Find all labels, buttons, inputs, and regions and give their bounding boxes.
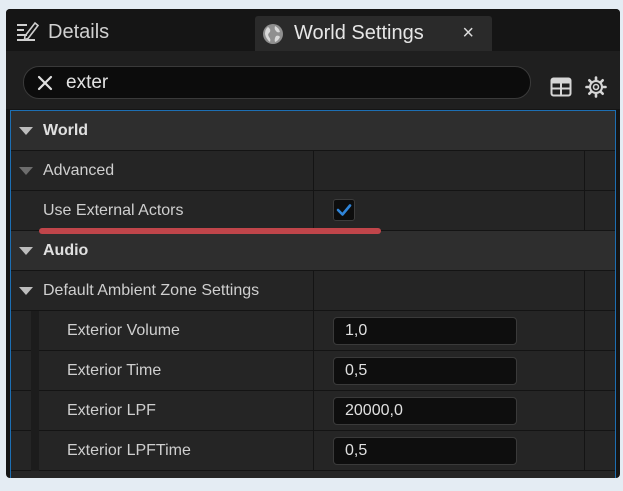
search-input[interactable] bbox=[66, 71, 506, 94]
indent-guide bbox=[31, 311, 39, 351]
details-toolbar bbox=[6, 51, 620, 109]
property-label: Use External Actors bbox=[43, 201, 184, 219]
struct-label: Default Ambient Zone Settings bbox=[43, 281, 260, 299]
property-grid: World Advanced Use External Actors Audio… bbox=[10, 110, 616, 478]
indent-guide bbox=[31, 351, 39, 391]
property-row-exterior-lpftime: Exterior LPFTime 0,5 bbox=[11, 431, 615, 471]
property-row-exterior-volume: Exterior Volume 1,0 bbox=[11, 311, 615, 351]
triangle-down-icon[interactable] bbox=[19, 246, 33, 255]
triangle-down-icon[interactable] bbox=[19, 126, 33, 135]
tab-details-label: Details bbox=[48, 20, 110, 43]
column-divider[interactable] bbox=[313, 311, 314, 350]
property-row-use-external-actors: Use External Actors bbox=[11, 191, 615, 231]
column-divider bbox=[584, 311, 585, 350]
details-icon bbox=[17, 21, 40, 41]
column-divider bbox=[584, 391, 585, 430]
gear-icon[interactable] bbox=[585, 76, 607, 98]
table-icon[interactable] bbox=[550, 76, 572, 98]
column-divider bbox=[584, 431, 585, 470]
subcategory-label: Advanced bbox=[43, 161, 115, 179]
exterior-time-field[interactable]: 0,5 bbox=[333, 357, 517, 385]
column-divider[interactable] bbox=[313, 391, 314, 430]
property-label: Exterior Volume bbox=[67, 321, 180, 339]
tab-bar: Details World Settings × bbox=[6, 9, 620, 51]
globe-icon bbox=[263, 23, 283, 44]
indent-guide bbox=[31, 391, 39, 431]
checkmark-icon bbox=[336, 204, 352, 216]
close-icon[interactable] bbox=[36, 74, 54, 92]
column-divider bbox=[584, 151, 585, 190]
property-row-exterior-time: Exterior Time 0,5 bbox=[11, 351, 615, 391]
search-box bbox=[23, 66, 531, 99]
subcategory-advanced[interactable]: Advanced bbox=[11, 151, 615, 191]
column-divider bbox=[584, 191, 585, 230]
property-label: Exterior LPF bbox=[67, 401, 156, 419]
category-audio[interactable]: Audio bbox=[11, 231, 615, 271]
tab-details[interactable]: Details bbox=[14, 15, 164, 49]
column-divider[interactable] bbox=[313, 431, 314, 470]
category-label: Audio bbox=[43, 241, 89, 259]
category-world[interactable]: World bbox=[11, 111, 615, 151]
triangle-down-icon[interactable] bbox=[19, 166, 33, 175]
exterior-lpftime-field[interactable]: 0,5 bbox=[333, 437, 517, 465]
indent-guide bbox=[31, 431, 39, 471]
column-divider[interactable] bbox=[313, 151, 314, 190]
use-external-actors-checkbox[interactable] bbox=[333, 199, 355, 221]
tab-world-settings-label: World Settings bbox=[294, 22, 424, 44]
column-divider[interactable] bbox=[313, 191, 314, 230]
close-tab-button[interactable]: × bbox=[462, 23, 474, 43]
property-label: Exterior LPFTime bbox=[67, 441, 191, 459]
exterior-lpf-field[interactable]: 20000,0 bbox=[333, 397, 517, 425]
column-divider[interactable] bbox=[313, 351, 314, 390]
annotation-underline bbox=[39, 228, 381, 234]
column-divider bbox=[584, 271, 585, 310]
struct-row-default-ambient-zone-settings[interactable]: Default Ambient Zone Settings bbox=[11, 271, 615, 311]
details-panel: Details World Settings × exter World Adv… bbox=[6, 9, 620, 478]
property-label: Exterior Time bbox=[67, 361, 162, 379]
exterior-volume-field[interactable]: 1,0 bbox=[333, 317, 517, 345]
tab-world-settings[interactable]: World Settings × bbox=[255, 16, 492, 51]
column-divider bbox=[584, 351, 585, 390]
triangle-down-icon[interactable] bbox=[19, 286, 33, 295]
column-divider[interactable] bbox=[313, 271, 314, 310]
category-label: World bbox=[43, 121, 89, 139]
property-row-exterior-lpf: Exterior LPF 20000,0 bbox=[11, 391, 615, 431]
